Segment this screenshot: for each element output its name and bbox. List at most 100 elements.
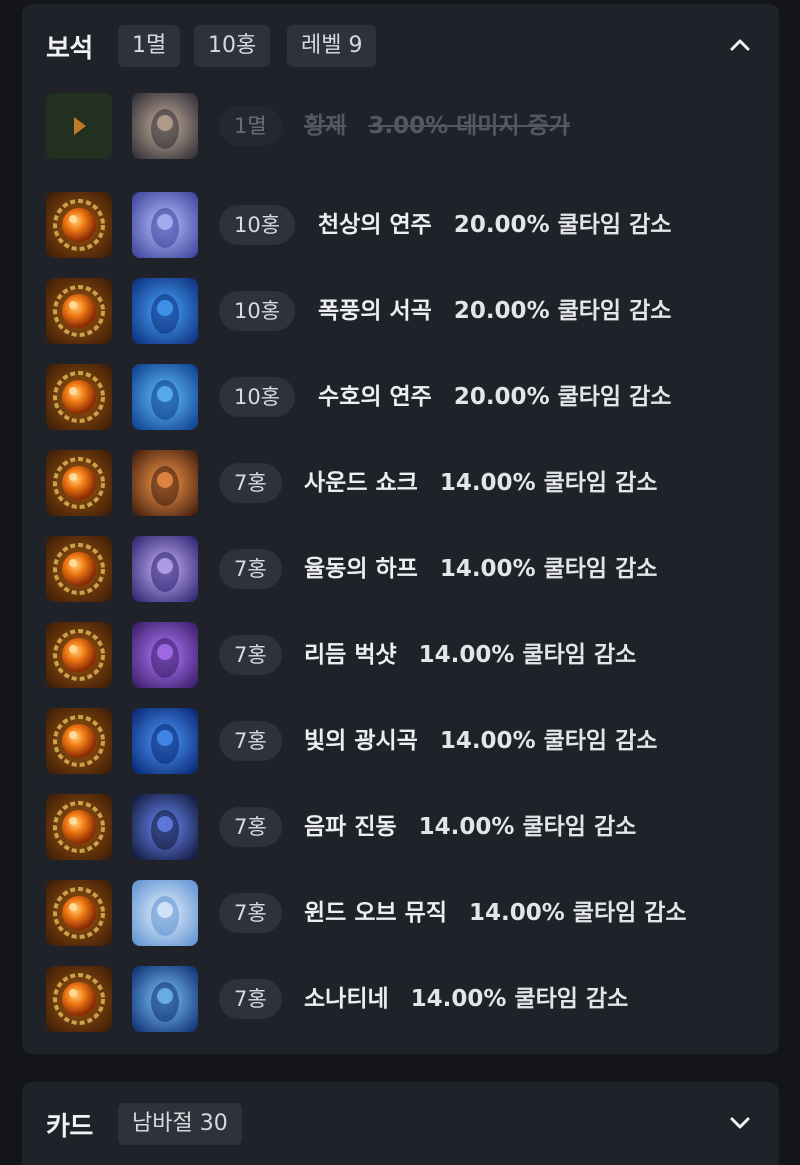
gem-row-text: 사운드 쇼크 14.00% 쿨타임 감소 [304,448,657,518]
skill-icon-slot [132,278,198,344]
gem-icon-slot [46,708,112,774]
gem-row-text: 수호의 연주 20.00% 쿨타임 감소 [318,362,671,432]
gem-row[interactable]: 7홍 빛의 광시곡 14.00% 쿨타임 감소 [22,706,779,776]
gem-effect: 20.00% 쿨타임 감소 [453,384,672,410]
gem-effect: 14.00% 쿨타임 감소 [439,728,658,754]
gem-effect: 14.00% 쿨타임 감소 [439,556,658,582]
summary-chip-level: 레벨 9 [287,25,377,67]
skill-name: 빛의 광시곡 [304,728,418,754]
gem-row[interactable]: 10홍 폭풍의 서곡 20.00% 쿨타임 감소 [22,276,779,346]
skill-icon [132,278,198,344]
gem-row-text: 폭풍의 서곡 20.00% 쿨타임 감소 [318,276,671,346]
gem-effect: 3.00% 데미지 증가 [368,113,570,139]
collapse-toggle-button[interactable] [725,30,755,60]
gem-icon-slot [46,93,112,159]
gem-icon-slot [46,278,112,344]
gems-panel: 보석 1멸 10홍 레벨 9 1멸 황제 3.00% 데미지 증가 10홍 천상… [22,4,779,1054]
skill-name: 황제 [304,113,347,139]
skill-icon [132,364,198,430]
empty-gem-slot-icon [46,93,112,159]
gem-orb-icon [46,622,112,688]
skill-icon [132,536,198,602]
skill-icon-slot [132,794,198,860]
gem-level-badge: 7홍 [219,893,282,933]
gem-row[interactable]: 7홍 사운드 쇼크 14.00% 쿨타임 감소 [22,448,779,518]
gem-icon-slot [46,622,112,688]
gem-row[interactable]: 7홍 리듬 벅샷 14.00% 쿨타임 감소 [22,620,779,690]
gem-level-badge: 7홍 [219,979,282,1019]
skill-icon [132,794,198,860]
gem-level-badge: 10홍 [219,291,296,331]
skill-icon-slot [132,622,198,688]
skill-icon-slot [132,192,198,258]
skill-icon [132,450,198,516]
expand-toggle-button[interactable] [725,1108,755,1138]
skill-name: 리듬 벅샷 [304,642,397,668]
gem-icon-slot [46,536,112,602]
skill-icon [132,192,198,258]
gem-row-text: 윈드 오브 뮤직 14.00% 쿨타임 감소 [304,878,687,948]
gem-orb-icon [46,192,112,258]
gem-level-badge: 10홍 [219,205,296,245]
gem-orb-icon [46,450,112,516]
gem-icon-slot [46,192,112,258]
gem-orb-icon [46,708,112,774]
gem-orb-icon [46,966,112,1032]
gem-row-text: 음파 진동 14.00% 쿨타임 감소 [304,792,636,862]
skill-name: 수호의 연주 [318,384,432,410]
gem-icon-slot [46,966,112,1032]
gem-level-badge: 1멸 [219,106,282,146]
skill-name: 소나티네 [304,986,389,1012]
skill-name: 윈드 오브 뮤직 [304,900,447,926]
gem-level-badge: 7홍 [219,635,282,675]
gem-effect: 14.00% 쿨타임 감소 [410,986,629,1012]
gems-panel-header[interactable]: 보석 1멸 10홍 레벨 9 [22,4,779,88]
skill-icon-slot [132,966,198,1032]
summary-chip-hong: 10홍 [194,25,271,67]
gem-row-text: 율동의 하프 14.00% 쿨타임 감소 [304,534,657,604]
gem-effect: 14.00% 쿨타임 감소 [468,900,687,926]
gem-icon-slot [46,794,112,860]
gem-orb-icon [46,278,112,344]
skill-icon-slot [132,450,198,516]
skill-icon-slot [132,880,198,946]
gem-effect: 20.00% 쿨타임 감소 [453,212,672,238]
gem-orb-icon [46,364,112,430]
skill-icon [132,93,198,159]
gem-row[interactable]: 10홍 천상의 연주 20.00% 쿨타임 감소 [22,190,779,260]
skill-icon-slot [132,536,198,602]
gems-panel-title: 보석 [46,34,93,64]
gem-effect: 20.00% 쿨타임 감소 [453,298,672,324]
skill-name: 음파 진동 [304,814,397,840]
gem-level-badge: 7홍 [219,549,282,589]
gem-row[interactable]: 7홍 음파 진동 14.00% 쿨타임 감소 [22,792,779,862]
cards-panel-header[interactable]: 카드 남바절 30 [22,1082,779,1165]
gem-row[interactable]: 10홍 수호의 연주 20.00% 쿨타임 감소 [22,362,779,432]
gem-row-text: 천상의 연주 20.00% 쿨타임 감소 [318,190,671,260]
skill-icon [132,622,198,688]
gem-row[interactable]: 1멸 황제 3.00% 데미지 증가 [22,91,779,161]
gem-level-badge: 10홍 [219,377,296,417]
skill-icon-slot [132,708,198,774]
gem-icon-slot [46,880,112,946]
gem-icon-slot [46,364,112,430]
gem-effect: 14.00% 쿨타임 감소 [439,470,658,496]
skill-icon [132,966,198,1032]
gem-row[interactable]: 7홍 윈드 오브 뮤직 14.00% 쿨타임 감소 [22,878,779,948]
gem-row[interactable]: 7홍 소나티네 14.00% 쿨타임 감소 [22,964,779,1034]
gem-row[interactable]: 7홍 율동의 하프 14.00% 쿨타임 감소 [22,534,779,604]
gem-effect: 14.00% 쿨타임 감소 [418,814,637,840]
skill-name: 천상의 연주 [318,212,432,238]
gem-row-text: 빛의 광시곡 14.00% 쿨타임 감소 [304,706,657,776]
skill-name: 율동의 하프 [304,556,418,582]
gem-orb-icon [46,794,112,860]
skill-name: 폭풍의 서곡 [318,298,432,324]
skill-name: 사운드 쇼크 [304,470,418,496]
skill-icon-slot [132,93,198,159]
skill-icon-slot [132,364,198,430]
gem-level-badge: 7홍 [219,721,282,761]
chevron-up-icon [730,39,750,51]
gem-orb-icon [46,536,112,602]
chevron-down-icon [730,1117,750,1129]
gem-effect: 14.00% 쿨타임 감소 [418,642,637,668]
